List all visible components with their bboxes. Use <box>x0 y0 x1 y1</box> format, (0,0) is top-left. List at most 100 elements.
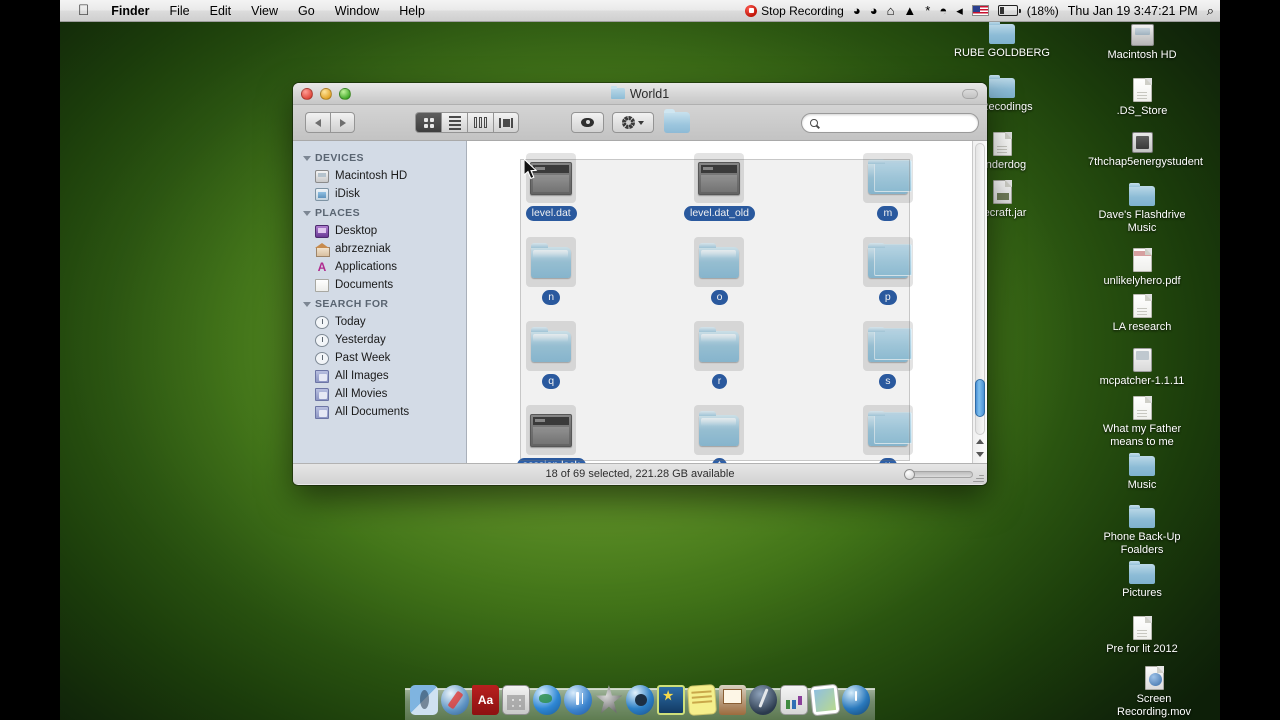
file-item[interactable]: s <box>804 321 972 407</box>
quick-look-button[interactable] <box>571 112 604 133</box>
file-icon-well[interactable] <box>862 153 913 203</box>
scroll-down-arrow-icon[interactable] <box>976 452 984 457</box>
dropbox-icon[interactable]: ◕ <box>853 4 861 17</box>
airdrop-icon[interactable]: ⌂ <box>887 4 895 17</box>
desktop-icon[interactable]: What my Father means to me <box>1088 396 1196 448</box>
file-icon-well[interactable] <box>862 237 913 287</box>
resize-grip[interactable] <box>973 471 984 482</box>
dock-item-garage[interactable] <box>749 685 778 715</box>
sidebar-item-all-images[interactable]: All Images <box>293 367 466 385</box>
dock-item-dict[interactable]: Aa <box>471 685 500 715</box>
dock-item-stickies[interactable] <box>686 684 717 716</box>
close-button[interactable] <box>301 88 313 100</box>
file-browser-area[interactable]: level.dat level.dat_old m n o p q r s session.loc… <box>467 141 987 463</box>
file-label[interactable]: p <box>878 290 897 305</box>
file-icon-well[interactable] <box>694 153 745 203</box>
dock-item-calc[interactable] <box>502 685 531 715</box>
file-label[interactable]: level.dat <box>525 206 577 221</box>
scrollbar-thumb[interactable] <box>975 379 985 417</box>
sidebar-item-yesterday[interactable]: Yesterday <box>293 331 466 349</box>
file-item[interactable]: level.dat_old <box>635 153 803 239</box>
file-label[interactable]: m <box>877 206 899 221</box>
sidebar-section-header[interactable]: DEVICES <box>293 148 466 167</box>
file-label[interactable]: n <box>542 290 561 305</box>
file-item[interactable]: q <box>467 321 635 407</box>
file-item[interactable]: t <box>635 405 803 463</box>
file-item[interactable]: p <box>804 237 972 323</box>
desktop-icon[interactable]: Dave's Flashdrive Music <box>1088 183 1196 234</box>
dropbox-icon-2[interactable]: ◕ <box>870 4 878 17</box>
file-item[interactable]: level.dat <box>467 153 635 239</box>
desktop-icon[interactable]: RUBE GOLDBERG <box>948 21 1056 60</box>
disclosure-triangle-icon[interactable] <box>303 210 311 216</box>
file-icon-well[interactable] <box>862 405 913 455</box>
sidebar-item-past-week[interactable]: Past Week <box>293 349 466 367</box>
dock-item-timemach[interactable] <box>842 685 871 715</box>
zoom-button[interactable] <box>339 88 351 100</box>
file-item[interactable]: o <box>635 237 803 323</box>
sidebar-item-abrzezniak[interactable]: abrzezniak <box>293 240 466 258</box>
file-icon-well[interactable] <box>694 237 745 287</box>
file-icon-well[interactable] <box>526 405 577 455</box>
icon-size-slider[interactable] <box>904 469 973 480</box>
slider-knob[interactable] <box>904 469 915 480</box>
finder-title-bar[interactable]: World1 <box>293 83 987 105</box>
scroll-up-arrow-icon[interactable] <box>976 439 984 444</box>
vertical-scrollbar[interactable] <box>972 141 987 463</box>
dock-item-photos[interactable] <box>809 683 841 717</box>
file-label[interactable]: o <box>710 290 729 305</box>
menu-item-finder[interactable]: Finder <box>101 0 159 22</box>
sidebar-item-applications[interactable]: A Applications <box>293 258 466 276</box>
disclosure-triangle-icon[interactable] <box>303 155 311 161</box>
desktop-icon[interactable]: Pre for lit 2012 <box>1088 616 1196 656</box>
menu-item-file[interactable]: File <box>159 0 199 22</box>
file-item[interactable]: session.lock <box>467 405 635 463</box>
sidebar-item-desktop[interactable]: Desktop <box>293 222 466 240</box>
file-item[interactable]: m <box>804 153 972 239</box>
menu-item-edit[interactable]: Edit <box>200 0 242 22</box>
volume-icon[interactable]: ◂ <box>956 4 963 17</box>
new-folder-button[interactable] <box>664 109 690 133</box>
battery-icon[interactable] <box>997 5 1021 16</box>
file-item[interactable]: u <box>804 405 972 463</box>
sidebar-item-macintosh-hd[interactable]: Macintosh HD <box>293 167 466 185</box>
dock-item-iphoto[interactable] <box>656 685 685 715</box>
dock-item-dvd[interactable] <box>625 685 654 715</box>
file-icon-well[interactable] <box>694 321 745 371</box>
dock-item-keynote[interactable] <box>718 685 747 715</box>
file-item[interactable]: n <box>467 237 635 323</box>
dock-item-numbers[interactable] <box>780 685 809 715</box>
apple-icon[interactable]:  <box>60 1 101 21</box>
search-input[interactable] <box>822 116 970 129</box>
sidebar-item-all-documents[interactable]: All Documents <box>293 403 466 421</box>
dock-item-itunes[interactable] <box>564 685 592 715</box>
scroll-arrows[interactable] <box>975 435 985 461</box>
minimize-button[interactable] <box>320 88 332 100</box>
menu-item-view[interactable]: View <box>241 0 288 22</box>
stop-recording-menu-item[interactable]: Stop Recording <box>745 4 844 18</box>
us-flag-icon[interactable] <box>971 5 989 16</box>
desktop-icon[interactable]: Screen Recording.mov <box>1100 666 1208 718</box>
dock-item-imovie[interactable] <box>595 685 623 714</box>
back-button[interactable] <box>305 112 330 133</box>
finder-window[interactable]: World1 DEVICES Macintosh HD iDisk PLACES… <box>293 83 987 485</box>
wifi-icon[interactable]: ◓ <box>939 4 947 17</box>
forward-button[interactable] <box>330 112 355 133</box>
desktop-icon[interactable]: .DS_Store <box>1088 78 1196 118</box>
file-icon-well[interactable] <box>694 405 745 455</box>
spotlight-search-icon[interactable]: ⌕ <box>1207 4 1214 17</box>
dock-item-finder[interactable] <box>409 685 438 715</box>
toolbar-toggle-button[interactable] <box>962 89 978 99</box>
dock-item-safari[interactable] <box>440 685 469 715</box>
desktop-icon[interactable]: Music <box>1088 453 1196 492</box>
desktop-icon[interactable]: LA research <box>1088 294 1196 334</box>
sidebar-section-header[interactable]: SEARCH FOR <box>293 294 466 313</box>
file-label[interactable]: s <box>879 374 897 389</box>
file-icon-well[interactable] <box>526 321 577 371</box>
desktop-icon[interactable]: Macintosh HD <box>1088 24 1196 62</box>
desktop-icon[interactable]: mcpatcher-1.1.11 <box>1088 348 1196 388</box>
column-view-button[interactable] <box>467 112 493 133</box>
sidebar-item-all-movies[interactable]: All Movies <box>293 385 466 403</box>
disclosure-triangle-icon[interactable] <box>303 301 311 307</box>
file-label[interactable]: r <box>711 374 728 389</box>
